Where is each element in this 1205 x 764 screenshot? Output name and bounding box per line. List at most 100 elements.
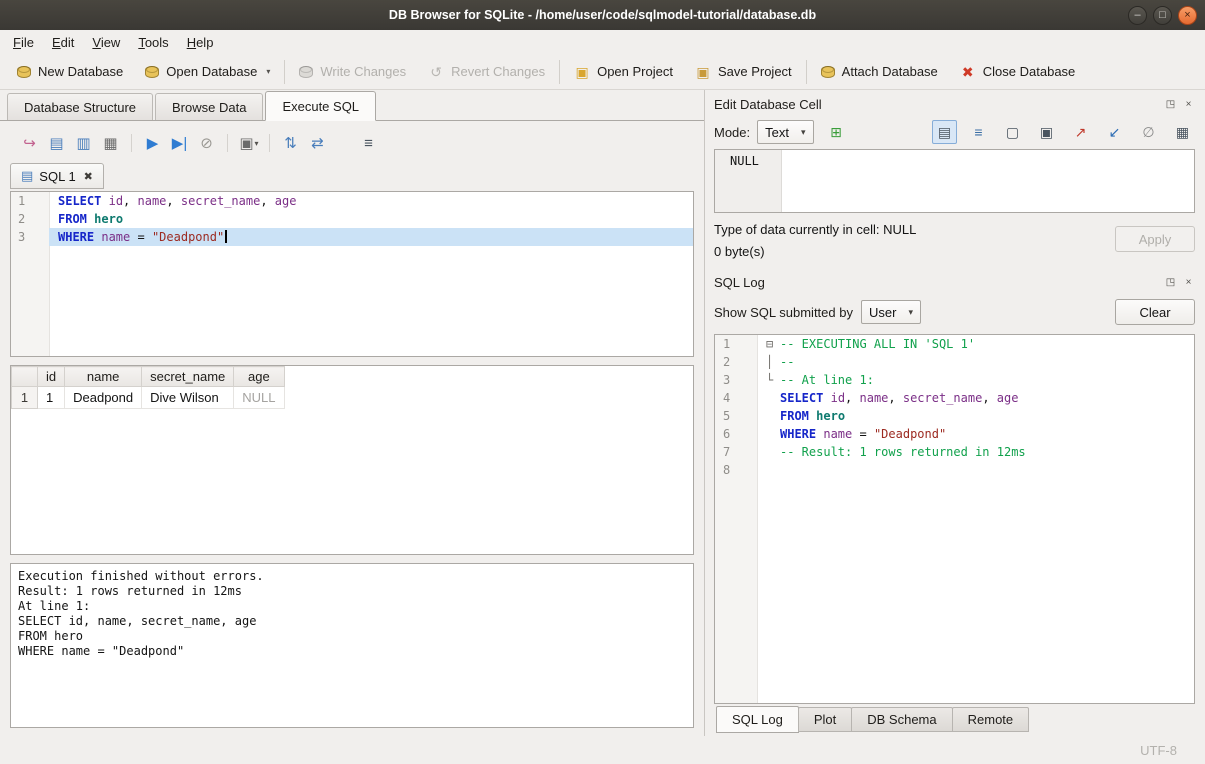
tab-database-structure[interactable]: Database Structure: [7, 93, 153, 120]
save-sql-file-button[interactable]: ▤: [43, 131, 70, 155]
text-cursor: [225, 230, 227, 243]
dock-tab-db-schema[interactable]: DB Schema: [851, 707, 952, 732]
open-sql-file-button[interactable]: ↪: [16, 131, 43, 155]
execute-current-line-button[interactable]: ▶|: [166, 131, 193, 155]
open-in-new-tab-button[interactable]: ▣▾: [235, 131, 262, 155]
float-dock-button[interactable]: ◳: [1164, 276, 1177, 289]
submitter-select[interactable]: User ▾: [861, 300, 921, 324]
token: SELECT: [58, 194, 101, 208]
sql-tab[interactable]: ▤ SQL 1 ✖: [10, 163, 104, 189]
main-toolbar: New DatabaseOpen Database▾Write Changes↺…: [0, 54, 1205, 90]
stop-execution-button[interactable]: ⊘: [193, 131, 220, 155]
save-project-button[interactable]: ▣Save Project: [684, 58, 803, 86]
toolbar-separator: [269, 134, 270, 152]
import-button[interactable]: ↙: [1102, 120, 1127, 144]
column-header-id[interactable]: id: [38, 367, 65, 387]
execute-all-button[interactable]: ▶: [139, 131, 166, 155]
copy-button[interactable]: ▢: [1000, 120, 1025, 144]
code-line: 4SELECT id, name, secret_name, age: [715, 389, 1194, 407]
fold-marker[interactable]: │: [766, 353, 780, 371]
cell-id[interactable]: 1: [38, 387, 65, 409]
cell-size-info: 0 byte(s): [714, 244, 916, 259]
minimize-button[interactable]: –: [1128, 6, 1147, 25]
set-null-button[interactable]: ∅: [1136, 120, 1161, 144]
close-dock-button[interactable]: ×: [1182, 276, 1195, 289]
code-line: 7-- Result: 1 rows returned in 12ms: [715, 443, 1194, 461]
print-sql-button[interactable]: ▦: [97, 131, 124, 155]
column-header-age[interactable]: age: [234, 367, 284, 387]
sql-log-view[interactable]: 1⊟-- EXECUTING ALL IN 'SQL 1'2│--3└-- At…: [714, 334, 1195, 704]
new-database-button[interactable]: New Database: [6, 58, 134, 86]
import-from-file-button[interactable]: ⊞: [824, 120, 849, 144]
attach-database-button[interactable]: Attach Database: [810, 58, 949, 86]
export-button[interactable]: ↗: [1068, 120, 1093, 144]
code-line: 2│--: [715, 353, 1194, 371]
mode-select[interactable]: Text ▾: [757, 120, 813, 144]
column-header-name[interactable]: name: [65, 367, 142, 387]
open-database-icon: [145, 66, 159, 78]
dock-tab-sql-log[interactable]: SQL Log: [716, 706, 799, 733]
menu-help[interactable]: Help: [178, 32, 223, 53]
save-sql-as-button[interactable]: ▥: [70, 131, 97, 155]
float-dock-button[interactable]: ◳: [1164, 98, 1177, 111]
dock-tab-plot[interactable]: Plot: [798, 707, 852, 732]
close-dock-button[interactable]: ×: [1182, 98, 1195, 111]
print-cell-button[interactable]: ▦: [1170, 120, 1195, 144]
token: [823, 391, 830, 405]
sql-editor[interactable]: 1SELECT id, name, secret_name, age2FROM …: [10, 191, 694, 357]
token: [101, 194, 108, 208]
token: =: [852, 427, 874, 441]
tab-browse-data[interactable]: Browse Data: [155, 93, 263, 120]
dropdown-arrow-icon[interactable]: ▾: [266, 67, 270, 76]
token: ,: [166, 194, 180, 208]
line-number: 1: [11, 192, 49, 210]
open-database-button[interactable]: Open Database▾: [134, 58, 281, 86]
window-controls: –□ ×: [1128, 6, 1205, 25]
clear-log-button[interactable]: Clear: [1115, 299, 1195, 325]
cell-name[interactable]: Deadpond: [65, 387, 142, 409]
format-sql-button[interactable]: ⇄: [304, 131, 331, 155]
toolbar-separator: [284, 60, 285, 84]
code-line: 1SELECT id, name, secret_name, age: [11, 192, 693, 210]
save-as-button[interactable]: ▣: [1034, 120, 1059, 144]
text-view-button[interactable]: ▤: [932, 120, 957, 144]
maximize-button[interactable]: □: [1153, 6, 1172, 25]
close-database-button[interactable]: ✖Close Database: [949, 58, 1087, 86]
token: WHERE: [780, 427, 816, 441]
play-icon: ▶: [145, 136, 161, 151]
line-number: 6: [715, 425, 757, 443]
menu-edit[interactable]: Edit: [43, 32, 83, 53]
titlebar[interactable]: DB Browser for SQLite - /home/user/code/…: [0, 0, 1205, 30]
token: id: [109, 194, 123, 208]
tab-execute-sql[interactable]: Execute SQL: [265, 91, 376, 121]
sql-editor-toolbar: ↪▤▥▦ ▶ ▶|⊘ ▣▾ ⇅ ⇄ ≡: [10, 127, 694, 159]
word-wrap-button[interactable]: ≡: [966, 120, 991, 144]
mode-label: Mode:: [714, 125, 750, 140]
open-project-button-label: Open Project: [597, 64, 673, 79]
close-button[interactable]: ×: [1178, 6, 1197, 25]
menu-view[interactable]: View: [83, 32, 129, 53]
export-results-button[interactable]: ⇅: [277, 131, 304, 155]
fold-marker[interactable]: ⊟: [766, 335, 780, 353]
token: WHERE: [58, 230, 94, 244]
dock-tab-remote[interactable]: Remote: [952, 707, 1030, 732]
cell-content: NULL: [730, 154, 759, 168]
close-database-icon: ✖: [960, 65, 976, 79]
cell-type-info: Type of data currently in cell: NULL: [714, 222, 916, 237]
code-text: ⊟-- EXECUTING ALL IN 'SQL 1': [757, 335, 1194, 353]
token: FROM: [780, 409, 809, 423]
cell-editor[interactable]: NULL: [714, 149, 1195, 213]
cell-age[interactable]: NULL: [234, 387, 284, 409]
open-project-button[interactable]: ▣Open Project: [563, 58, 684, 86]
token: name: [138, 194, 167, 208]
export-icon: ⇅: [283, 136, 299, 151]
close-tab-icon[interactable]: ✖: [84, 170, 93, 183]
menu-file[interactable]: File: [4, 32, 43, 53]
word-wrap-button[interactable]: ≡: [355, 131, 382, 155]
fold-marker[interactable]: └: [766, 371, 780, 389]
execute-sql-pane: ↪▤▥▦ ▶ ▶|⊘ ▣▾ ⇅ ⇄ ≡ ▤ SQL 1 ✖ 1 SELECT id, name…: [0, 121, 704, 736]
token: id: [831, 391, 845, 405]
menu-tools[interactable]: Tools: [129, 32, 177, 53]
cell-secret_name[interactable]: Dive Wilson: [142, 387, 234, 409]
column-header-secret_name[interactable]: secret_name: [142, 367, 234, 387]
